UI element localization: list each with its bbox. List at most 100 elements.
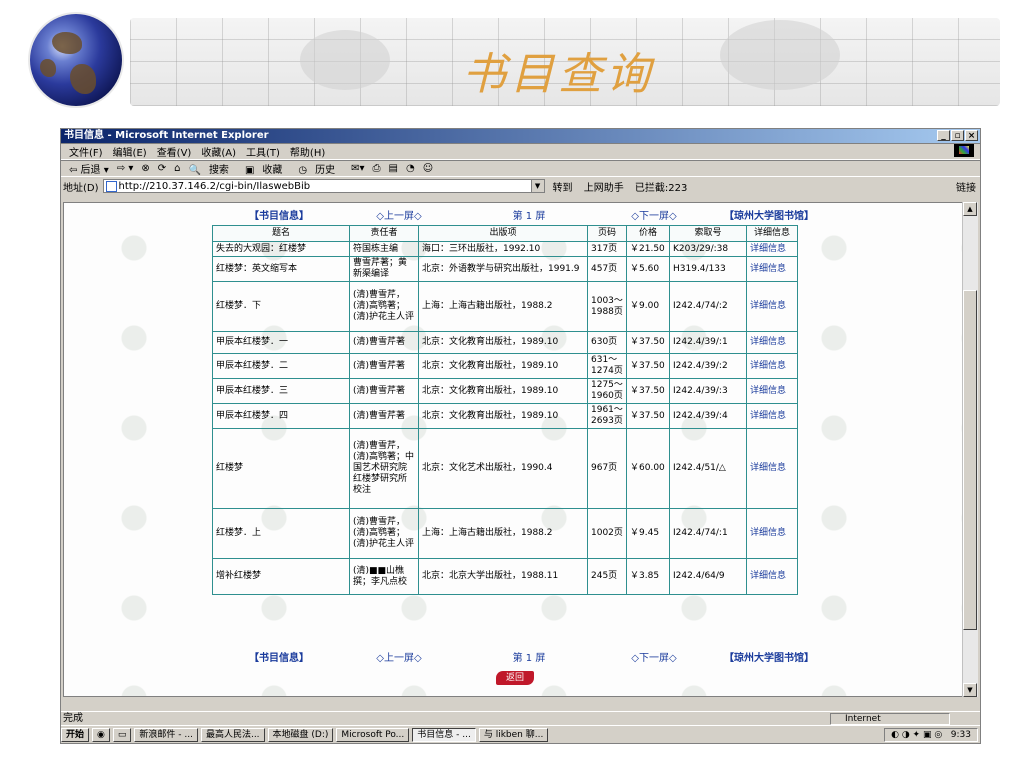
menu-view[interactable]: 查看(V) <box>157 144 192 159</box>
cell-detail-link[interactable]: 详细信息 <box>746 558 798 595</box>
cell-detail-link[interactable]: 详细信息 <box>746 508 798 559</box>
nav-prev-link[interactable]: ◇上一屏◇ <box>344 649 454 664</box>
cell-detail-link[interactable]: 详细信息 <box>746 353 798 379</box>
blocked-popups[interactable]: 已拦截:223 <box>635 183 687 194</box>
back-button[interactable]: ⇦ 后退 ▾ <box>69 161 109 176</box>
return-button[interactable]: 返回 <box>496 671 534 685</box>
search-button[interactable]: 🔍 搜索 <box>188 161 236 176</box>
start-button[interactable]: 开始 <box>61 727 90 742</box>
messenger-icon[interactable]: ☺ <box>423 163 433 174</box>
taskbar-item[interactable]: 与 likben 聊... <box>478 727 549 742</box>
security-zone: Internet <box>830 713 950 725</box>
window-title: 书目信息 - Microsoft Internet Explorer <box>64 130 269 141</box>
scroll-up-icon[interactable]: ▲ <box>963 202 977 216</box>
nav-bottom: 【书目信息】 ◇上一屏◇ 第 1 屏 ◇下一屏◇ 【琼州大学图书馆】 <box>214 649 834 664</box>
page-content: 【书目信息】 ◇上一屏◇ 第 1 屏 ◇下一屏◇ 【琼州大学图书馆】 题名 责任… <box>63 202 968 697</box>
cell-price: ￥37.50 <box>626 378 670 404</box>
taskbar: 开始 ◉ ▭ 新浪邮件 - ... 最高人民法... 本地磁盘 (D:) Mic… <box>61 725 980 743</box>
minimize-button[interactable]: _ <box>937 130 950 141</box>
col-title-header: 题名 <box>212 225 350 242</box>
home-icon[interactable]: ⌂ <box>174 163 180 174</box>
cell-detail-link[interactable]: 详细信息 <box>746 428 798 509</box>
chevron-down-icon[interactable]: ▼ <box>530 180 544 192</box>
stop-icon[interactable]: ⊗ <box>141 163 149 174</box>
menu-favorites[interactable]: 收藏(A) <box>201 144 236 159</box>
vertical-scrollbar[interactable]: ▲ ▼ <box>962 202 978 697</box>
status-text: 完成 <box>63 713 83 724</box>
cell-pages: 1275～1960页 <box>587 378 627 404</box>
address-input[interactable]: http://210.37.146.2/cgi-bin/IlaswebBib ▼ <box>102 179 545 193</box>
cell-callno: I242.4/74/:2 <box>669 281 747 332</box>
cell-author: (清)曹雪芹，(清)高鹗著；中国艺术研究院红楼梦研究所校注 <box>349 428 419 509</box>
nav-next-link[interactable]: ◇下一屏◇ <box>604 207 704 222</box>
nav-next-link[interactable]: ◇下一屏◇ <box>604 649 704 664</box>
nav-library-link[interactable]: 【琼州大学图书馆】 <box>704 207 834 222</box>
results-table: 题名 责任者 出版项 页码 价格 索取号 详细信息 失去的大观园：红楼梦 符国栋主… <box>212 225 798 595</box>
history-button[interactable]: ◷ 历史 <box>298 161 343 176</box>
nav-library-link[interactable]: 【琼州大学图书馆】 <box>704 649 834 664</box>
cell-detail-link[interactable]: 详细信息 <box>746 378 798 404</box>
cell-pages: 967页 <box>587 428 627 509</box>
col-callno-header: 索取号 <box>669 225 747 242</box>
status-bar: 完成 Internet <box>61 711 980 725</box>
print-icon[interactable]: ⎙ <box>373 163 381 174</box>
mail-icon[interactable]: ✉▾ <box>351 163 364 174</box>
menu-file[interactable]: 文件(F) <box>69 144 103 159</box>
cell-publisher: 海口：三环出版社，1992.10 <box>418 241 588 257</box>
cell-price: ￥3.85 <box>626 558 670 595</box>
maximize-button[interactable]: ▫ <box>951 130 964 141</box>
taskbar-item[interactable]: 新浪邮件 - ... <box>134 727 198 742</box>
nav-home-link[interactable]: 【书目信息】 <box>214 207 344 222</box>
nav-prev-link[interactable]: ◇上一屏◇ <box>344 207 454 222</box>
refresh-icon[interactable]: ⟳ <box>158 163 166 174</box>
assistant-button[interactable]: 上网助手 <box>584 183 624 194</box>
globe-icon <box>30 14 122 106</box>
taskbar-item[interactable]: 最高人民法... <box>200 727 265 742</box>
menu-help[interactable]: 帮助(H) <box>290 144 325 159</box>
cell-publisher: 北京：文化教育出版社，1989.10 <box>418 403 588 429</box>
cell-publisher: 上海：上海古籍出版社，1988.2 <box>418 508 588 559</box>
slide-title: 书目查询 <box>462 49 654 100</box>
cell-price: ￥9.00 <box>626 281 670 332</box>
cell-detail-link[interactable]: 详细信息 <box>746 256 798 282</box>
cell-detail-link[interactable]: 详细信息 <box>746 403 798 429</box>
cell-callno: I242.4/39/:3 <box>669 378 747 404</box>
cell-author: (清)■■山樵撰；李凡点校 <box>349 558 419 595</box>
taskbar-item[interactable]: Microsoft Po... <box>336 727 410 742</box>
menu-tools[interactable]: 工具(T) <box>246 144 280 159</box>
cell-callno: I242.4/74/:1 <box>669 508 747 559</box>
windows-logo-icon <box>954 144 974 157</box>
edit-icon[interactable]: ▤ <box>389 163 398 174</box>
table-row: 红楼梦．下 (清)曹雪芹，(清)高鹗著；(清)护花主人评 上海：上海古籍出版社，19… <box>212 281 798 332</box>
discuss-icon[interactable]: ◔ <box>406 163 415 174</box>
nav-home-link[interactable]: 【书目信息】 <box>214 649 344 664</box>
scroll-thumb[interactable] <box>963 290 977 630</box>
go-button[interactable]: 转到 <box>553 183 573 194</box>
cell-title: 红楼梦．上 <box>212 508 350 559</box>
tray-icons[interactable]: ◐ ◑ ✦ ▣ ◎ <box>891 730 948 740</box>
cell-publisher: 北京：文化教育出版社，1989.10 <box>418 331 588 354</box>
cell-callno: I242.4/39/:2 <box>669 353 747 379</box>
close-button[interactable]: × <box>965 130 978 141</box>
cell-detail-link[interactable]: 详细信息 <box>746 331 798 354</box>
taskbar-item[interactable]: 本地磁盘 (D:) <box>267 727 334 742</box>
menu-edit[interactable]: 编辑(E) <box>113 144 147 159</box>
quick-launch-ie-icon[interactable]: ◉ <box>92 727 110 742</box>
favorites-icon: ▣ <box>244 164 255 176</box>
links-button[interactable]: 链接 <box>956 179 976 194</box>
scroll-down-icon[interactable]: ▼ <box>963 683 977 697</box>
forward-button[interactable]: ⇨ ▾ <box>117 163 134 174</box>
taskbar-item-active[interactable]: 书目信息 - ... <box>412 727 476 742</box>
cell-detail-link[interactable]: 详细信息 <box>746 241 798 257</box>
col-price-header: 价格 <box>626 225 670 242</box>
quick-launch-desktop-icon[interactable]: ▭ <box>112 727 132 742</box>
cell-publisher: 北京：文化教育出版社，1989.10 <box>418 353 588 379</box>
cell-callno: I242.4/51/△ <box>669 428 747 509</box>
favorites-button[interactable]: ▣ 收藏 <box>245 161 290 176</box>
cell-title: 红楼梦．下 <box>212 281 350 332</box>
cell-detail-link[interactable]: 详细信息 <box>746 281 798 332</box>
window-titlebar[interactable]: 书目信息 - Microsoft Internet Explorer _ ▫ × <box>61 129 980 143</box>
nav-page-indicator: 第 1 屏 <box>512 211 546 222</box>
nav-page-indicator: 第 1 屏 <box>512 653 546 664</box>
cell-price: ￥21.50 <box>626 241 670 257</box>
